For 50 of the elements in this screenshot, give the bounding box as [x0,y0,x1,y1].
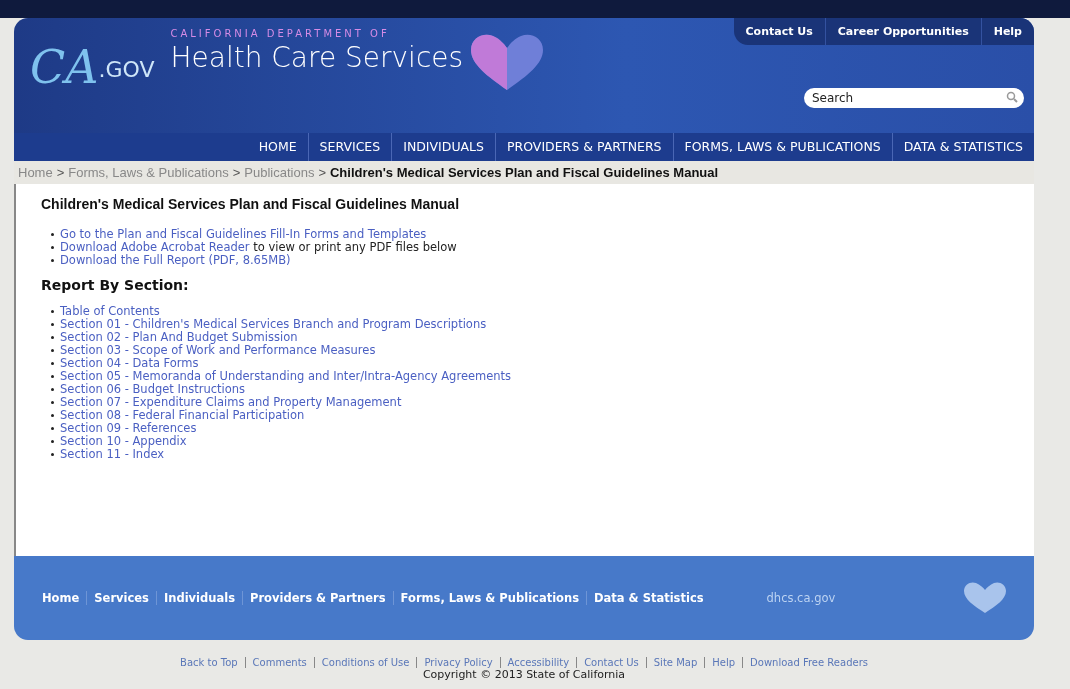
copyright-text: Copyright © 2013 State of California [422,668,626,681]
footer-link[interactable]: Services [86,591,156,605]
logo-ca: CA [30,44,99,90]
search-field[interactable]: Search [804,88,1024,108]
link[interactable]: Download the Full Report (PDF, 8.65MB) [60,253,291,267]
section-heading: Report By Section: [41,277,190,293]
section-link[interactable]: Section 10 - Appendix [60,434,187,448]
footer-link[interactable]: Forms, Laws & Publications [392,591,587,605]
bottom-link[interactable]: Comments [244,657,314,668]
footer-link[interactable]: Data & Statistics [586,591,711,605]
breadcrumb-separator: > [232,165,241,180]
breadcrumb-separator: > [318,165,326,180]
section-link[interactable]: Section 04 - Data Forms [60,356,199,370]
section-link[interactable]: Section 05 - Memoranda of Understanding and Inter/Intra-Agency Agreements [60,369,512,383]
utility-link[interactable]: Contact Us [733,18,825,45]
utility-link[interactable]: Career Opportunities [824,18,981,45]
bottom-link[interactable]: Site Map [645,657,705,668]
section-link[interactable]: Section 09 - References [60,421,197,435]
link[interactable]: Go to the Plan and Fiscal Guidelines Fill-In Forms and Templates [60,227,427,241]
footer-link[interactable]: Home [42,591,87,605]
page-heading: Children's Medical Services Plan and Fiscal Guidelines Manual [41,196,461,212]
bottom-link[interactable]: Back to Top [173,657,245,668]
breadcrumb-separator: > [56,165,65,180]
section-link[interactable]: Section 07 - Expenditure Claims and Property Management [60,395,402,409]
site-title: Health Care Services [170,41,464,74]
bottom-link[interactable]: Download Free Readers [742,657,875,668]
bottom-link[interactable]: Accessibility [499,657,577,668]
section-link[interactable]: Table of Contents [60,304,160,318]
domain-label: dhcs.ca.gov [766,591,836,605]
section-link[interactable]: Section 01 - Children's Medical Services Branch and Program Descriptions [60,317,487,331]
search-icon[interactable] [1006,91,1018,103]
section-link[interactable]: Section 08 - Federal Financial Participation [60,408,305,422]
bottom-link[interactable]: Contact Us [576,657,646,668]
department-label: CALIFORNIA DEPARTMENT OF [170,28,391,39]
footer-link[interactable]: Providers & Partners [242,591,393,605]
utility-link[interactable]: Help [980,18,1034,45]
bottom-link[interactable]: Privacy Policy [416,657,500,668]
link-note: to view or print any PDF files below [252,240,457,254]
nav-item[interactable]: HOME [247,133,308,161]
breadcrumb-current: Children's Medical Services Plan and Fiscal Guidelines Manual [330,165,719,180]
bottom-link[interactable]: Help [704,657,743,668]
footer-link[interactable]: Individuals [155,591,242,605]
heart-icon [962,581,1008,615]
section-link[interactable]: Section 02 - Plan And Budget Submission [60,330,298,344]
section-link[interactable]: Section 06 - Budget Instructions [60,382,246,396]
bottom-link[interactable]: Conditions of Use [313,657,417,668]
section-link[interactable]: Section 03 - Scope of Work and Performance Measures [60,343,376,357]
link[interactable]: Download Adobe Acrobat Reader [60,240,250,254]
section-link[interactable]: Section 11 - Index [60,447,165,461]
logo-gov: .GOV [98,57,155,82]
